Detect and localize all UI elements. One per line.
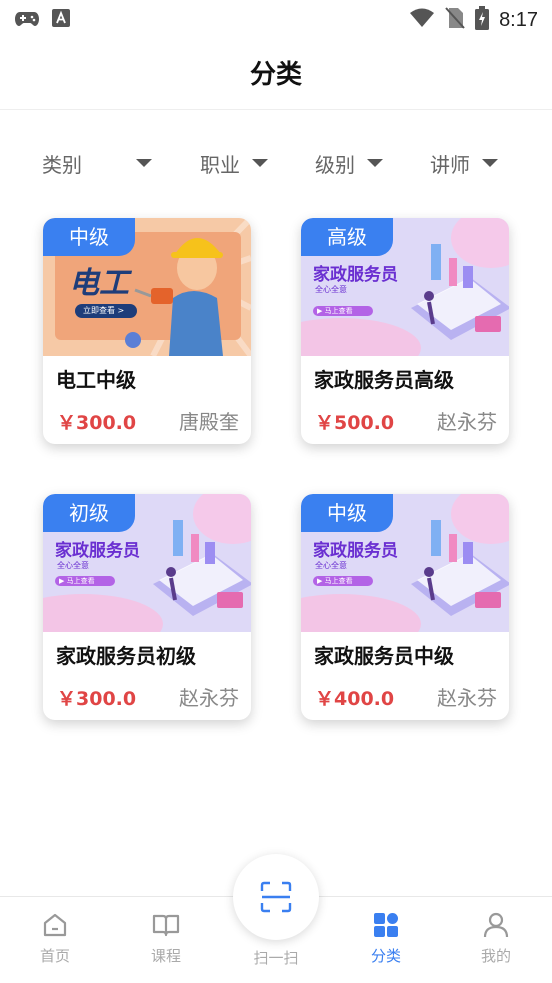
banner-subtext: 立即查看 > bbox=[83, 306, 125, 315]
caret-down-icon bbox=[252, 159, 268, 167]
course-price: ￥300.0 bbox=[57, 688, 137, 710]
screen: 8:17 分类 类别 职业 级别 讲师 电工 立即查看 > 中级 电工中级 ￥3… bbox=[0, 0, 552, 983]
filter-label: 级别 bbox=[315, 152, 355, 177]
no-sim-icon bbox=[445, 7, 465, 33]
banner-subtext: 全心全意 bbox=[315, 285, 347, 294]
course-card[interactable]: 家政服务员 全心全意 ▶ 马上查看 中级 家政服务员中级 ￥400.0 赵永芬 bbox=[301, 494, 509, 720]
course-title: 电工中级 bbox=[56, 368, 136, 392]
caret-down-icon bbox=[136, 159, 152, 167]
nav-label: 分类 bbox=[370, 947, 401, 965]
filter-teacher[interactable]: 讲师 bbox=[430, 140, 498, 186]
filter-bar: 类别 职业 级别 讲师 bbox=[0, 140, 552, 186]
book-icon bbox=[152, 914, 180, 937]
nav-label-scan: 扫一扫 bbox=[253, 949, 299, 967]
battery-charging-icon bbox=[475, 6, 490, 34]
filter-label: 讲师 bbox=[430, 152, 470, 177]
level-badge: 高级 bbox=[301, 218, 393, 256]
banner-title: 电工 bbox=[69, 266, 129, 301]
nav-profile[interactable]: 我的 bbox=[461, 911, 531, 966]
banner-button-text: ▶ 马上查看 bbox=[317, 307, 353, 315]
nav-courses[interactable]: 课程 bbox=[131, 911, 201, 966]
nav-category[interactable]: 分类 bbox=[351, 911, 421, 966]
course-teacher: 赵永芬 bbox=[437, 410, 497, 434]
banner-subtext: 全心全意 bbox=[57, 561, 89, 570]
caret-down-icon bbox=[482, 159, 498, 167]
nav-label: 课程 bbox=[150, 947, 181, 965]
banner-button-text: ▶ 马上查看 bbox=[59, 577, 95, 585]
status-bar: 8:17 bbox=[0, 0, 552, 40]
user-icon bbox=[483, 912, 509, 938]
nav-label: 首页 bbox=[39, 947, 70, 965]
course-card[interactable]: 家政服务员 全心全意 ▶ 马上查看 初级 家政服务员初级 ￥300.0 赵永芬 bbox=[43, 494, 251, 720]
banner-title: 家政服务员 bbox=[55, 541, 140, 561]
filter-category[interactable]: 类别 bbox=[42, 140, 152, 186]
course-price: ￥400.0 bbox=[315, 688, 395, 710]
banner-title: 家政服务员 bbox=[313, 541, 398, 561]
course-teacher: 赵永芬 bbox=[179, 686, 239, 710]
banner-subtext: 全心全意 bbox=[315, 561, 347, 570]
scan-icon bbox=[260, 881, 292, 913]
filter-profession[interactable]: 职业 bbox=[200, 140, 268, 186]
category-icon bbox=[374, 913, 398, 937]
course-price: ￥300.0 bbox=[57, 412, 137, 434]
course-price: ￥500.0 bbox=[315, 412, 395, 434]
filter-label: 类别 bbox=[42, 152, 82, 177]
level-badge: 中级 bbox=[301, 494, 393, 532]
page-title: 分类 bbox=[249, 60, 302, 90]
header: 分类 bbox=[0, 40, 552, 110]
wifi-icon bbox=[409, 8, 435, 32]
status-time: 8:17 bbox=[499, 8, 538, 31]
scan-button[interactable] bbox=[233, 854, 319, 940]
course-title: 家政服务员中级 bbox=[314, 644, 454, 668]
nav-label: 我的 bbox=[480, 947, 511, 965]
course-title: 家政服务员高级 bbox=[314, 368, 454, 392]
caret-down-icon bbox=[367, 159, 383, 167]
filter-label: 职业 bbox=[200, 152, 240, 177]
course-card[interactable]: 电工 立即查看 > 中级 电工中级 ￥300.0 唐殿奎 bbox=[43, 218, 251, 444]
level-badge: 中级 bbox=[43, 218, 135, 256]
home-icon bbox=[43, 913, 67, 937]
course-title: 家政服务员初级 bbox=[56, 644, 196, 668]
level-badge: 初级 bbox=[43, 494, 135, 532]
course-teacher: 赵永芬 bbox=[437, 686, 497, 710]
gamepad-icon bbox=[14, 8, 40, 32]
banner-title: 家政服务员 bbox=[313, 265, 398, 285]
course-card[interactable]: 家政服务员 全心全意 ▶ 马上查看 高级 家政服务员高级 ￥500.0 赵永芬 bbox=[301, 218, 509, 444]
banner-button-text: ▶ 马上查看 bbox=[317, 577, 353, 585]
course-teacher: 唐殿奎 bbox=[179, 410, 239, 434]
font-icon bbox=[52, 9, 70, 31]
filter-level[interactable]: 级别 bbox=[315, 140, 383, 186]
nav-home[interactable]: 首页 bbox=[20, 911, 90, 966]
